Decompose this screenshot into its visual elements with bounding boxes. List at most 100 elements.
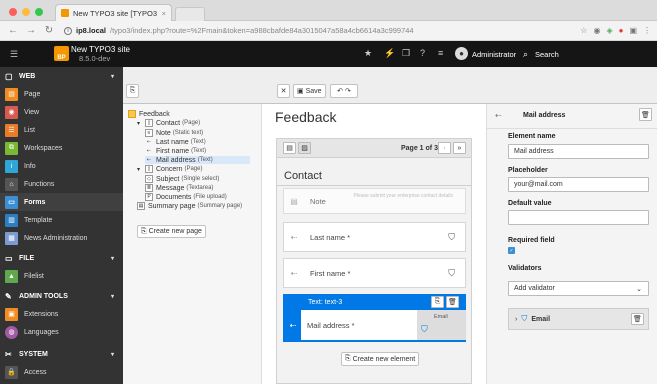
tree-node-message[interactable]: ≣ Message (Textarea) [145,184,213,192]
search-label[interactable]: Search [535,50,559,59]
module-label: Workspaces [24,144,63,152]
tree-root[interactable]: Feedback [128,110,170,118]
save-label: Save [305,87,322,95]
browser-menu-icon[interactable]: ⋮ [643,26,651,35]
extension-grey-icon[interactable]: ▣ [629,26,637,35]
element-name-input[interactable]: Mail address [508,144,649,159]
extension-red-icon[interactable]: ● [619,26,624,35]
module-view[interactable]: ◉ View [0,103,123,121]
delete-element-icon[interactable]: 🗑 [639,108,652,121]
element-first-name[interactable]: ⇠ First name * ⛉ [283,258,466,288]
tree-tag: (Page) [184,166,203,172]
preview-view-icon[interactable]: ▨ [298,142,311,154]
element-last-name[interactable]: ⇠ Last name * ⛉ [283,222,466,252]
module-page[interactable]: ▤ Page [0,85,123,103]
tree-node-summary[interactable]: ▤ Summary page (Summary page) [137,202,242,210]
element-note[interactable]: ▤ Note Please submit your enterprise con… [283,188,466,214]
chevron-down-icon: ▾ [110,293,114,300]
chevron-down-icon: ▾ [110,351,114,358]
tree-node-documents[interactable]: P Documents (File upload) [145,193,227,201]
list-icon: ☰ [5,123,18,137]
module-languages[interactable]: ◍ Languages [0,323,123,341]
module-filelist[interactable]: ▲ Filelist [0,267,123,285]
default-value-input[interactable] [508,210,649,225]
forward-arrow-icon[interactable]: → [26,25,36,36]
undo-icon[interactable]: ↶ [337,87,343,95]
opendocs-icon[interactable]: ❐ [402,48,410,59]
module-label: Extensions [24,310,59,318]
maximize-window-button[interactable] [35,8,43,16]
close-window-button[interactable] [9,8,17,16]
close-tab-icon[interactable]: × [162,9,166,18]
delete-element-icon[interactable]: 🗑 [446,296,459,308]
tree-node-concern[interactable]: ▾ ▯ Concern (Page) [137,165,202,173]
create-new-page-button[interactable]: ⎘ Create new page [137,225,206,238]
system-info-icon[interactable]: ≡ [438,48,443,58]
tree-node-note[interactable]: ≡ Note (Static text) [145,129,203,137]
extension-icon[interactable]: ◉ [593,26,600,35]
caret-down-icon[interactable]: ▾ [137,120,143,127]
new-element-icon: ⎘ [345,355,351,362]
placeholder-label: Placeholder [508,167,548,174]
new-form-icon[interactable]: ⎘ [126,84,139,98]
placeholder-input[interactable]: your@mail.com [508,177,649,192]
group-file[interactable]: ▭ FILE ▾ [0,249,123,267]
summary-page-icon: ▤ [137,202,145,210]
tree-node-contact[interactable]: ▾ ▯ Contact (Page) [137,119,200,127]
divider [277,185,471,186]
bookmarks-star-icon[interactable]: ★ [364,48,372,59]
group-system[interactable]: ✂ SYSTEM ▾ [0,345,123,363]
group-web[interactable]: ▢ WEB ▾ [0,67,123,85]
element-mail-address[interactable]: ⇠ Mail address * ⛉ Email [283,310,466,342]
next-page-icon[interactable]: » [453,142,466,154]
module-list[interactable]: ☰ List [0,121,123,139]
module-info[interactable]: i Info [0,157,123,175]
reload-icon[interactable]: ↻ [44,25,54,36]
tree-node-subject[interactable]: ◇ Subject (Single select) [145,175,219,183]
new-element-after-icon[interactable]: ⎘ [431,296,444,308]
tree-label: Contact [156,119,181,127]
delete-validator-icon[interactable]: 🗑 [631,313,644,325]
shield-extension-icon[interactable]: ◈ [606,26,612,35]
back-arrow-icon[interactable]: ← [8,25,18,36]
module-functions[interactable]: ⌂ Functions [0,175,123,193]
module-workspaces[interactable]: ⧉ Workspaces [0,139,123,157]
chevron-right-icon[interactable]: › [515,316,517,323]
bookmark-star-icon[interactable]: ☆ [580,26,587,35]
news-icon: ▦ [5,231,18,245]
caret-down-icon[interactable]: ▾ [137,166,143,173]
tree-node-mail-address[interactable]: ⇠ Mail address (Text) [145,156,250,164]
flash-icon[interactable]: ⚡ [384,48,395,59]
minimize-window-button[interactable] [22,8,30,16]
help-icon[interactable]: ? [420,48,425,58]
module-extensions[interactable]: ▣ Extensions [0,305,123,323]
required-field-checkbox[interactable]: ✓ [508,247,515,254]
create-new-element-button[interactable]: ⎘ Create new element [341,352,420,366]
module-news[interactable]: ▦ News Administration [0,229,123,247]
module-template[interactable]: ▥ Template [0,211,123,229]
add-validator-select[interactable]: Add validator ⌄ [508,281,649,296]
redo-icon[interactable]: ↷ [345,87,351,95]
abstract-view-icon[interactable]: ▤ [283,142,296,154]
hamburger-menu-icon[interactable]: ☰ [10,49,20,60]
save-button[interactable]: ▣ Save [293,84,326,98]
text-field-icon: ⇠ [146,139,152,145]
selected-element-type: Text: text-3 [308,298,343,306]
new-tab-button[interactable] [175,7,205,21]
tree-node-first-name[interactable]: ⇠ First name (Text) [145,147,206,155]
info-icon[interactable]: i [64,26,72,35]
tree-label: Subject [156,175,180,183]
module-forms[interactable]: ▭ Forms [0,193,123,211]
prev-page-icon[interactable]: ‹ [438,142,451,154]
validator-email-item[interactable]: › ⛉ Email 🗑 [508,308,649,330]
user-menu[interactable]: Administrator [472,50,516,59]
close-button[interactable]: ✕ [277,84,290,98]
user-avatar-icon[interactable]: ● [455,47,468,60]
url-field[interactable]: i ip8.local/typo3/index.php?route=%2Fmai… [64,26,414,35]
module-access[interactable]: 🔒 Access [0,363,123,381]
module-label: Functions [24,180,55,188]
browser-tab[interactable]: New TYPO3 site [TYPO3 CMS] × [55,4,172,21]
search-icon[interactable]: ⌕ [523,49,528,60]
tree-node-last-name[interactable]: ⇠ Last name (Text) [145,138,206,146]
group-admin-tools[interactable]: ✎ ADMIN TOOLS ▾ [0,287,123,305]
